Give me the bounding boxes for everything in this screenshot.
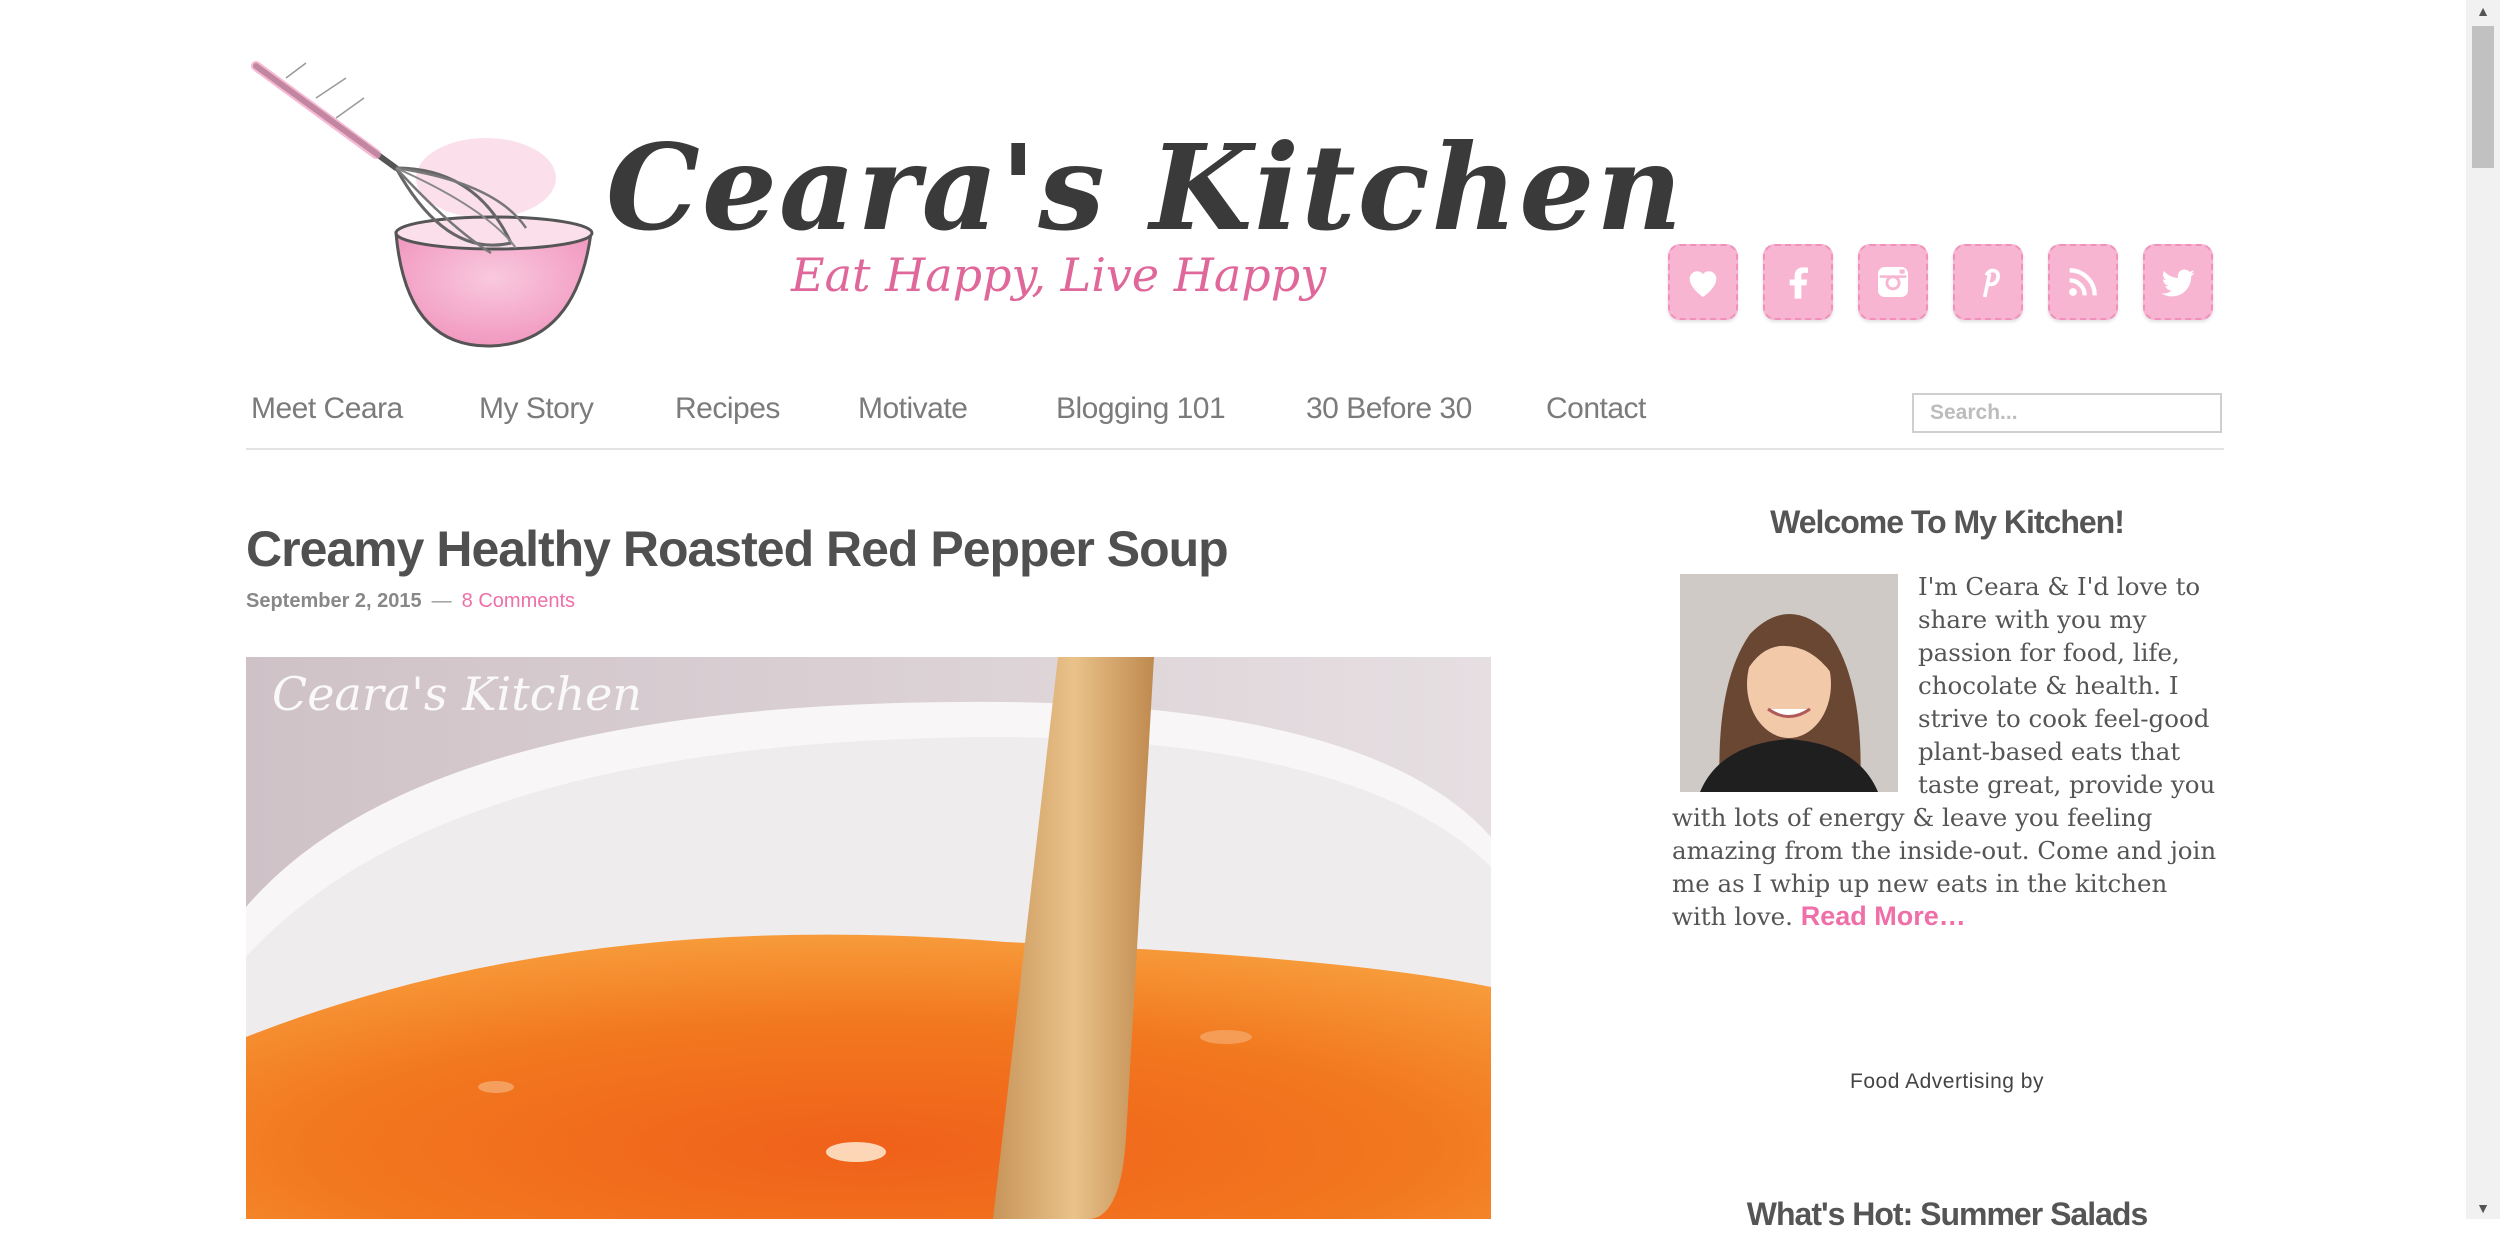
nav-item-my-story[interactable]: My Story (479, 392, 594, 426)
post-meta: September 2, 2015 — 8 Comments (246, 590, 575, 613)
meta-separator: — (431, 590, 452, 612)
twitter-link[interactable] (2143, 244, 2213, 320)
rss-icon (2069, 268, 2097, 296)
page-scrollbar[interactable]: ▲ ▼ (2466, 0, 2500, 1219)
bloglovin-link[interactable] (1668, 244, 1738, 320)
site-logo[interactable]: Ceara's Kitchen Eat Happy, Live Happy (246, 58, 1682, 358)
rss-link[interactable] (2048, 244, 2118, 320)
nav-item-meet-ceara[interactable]: Meet Ceara (251, 392, 403, 426)
search-input[interactable] (1912, 393, 2222, 433)
pinterest-link[interactable] (1953, 244, 2023, 320)
image-watermark: Ceara's Kitchen (272, 667, 642, 721)
social-icons (1668, 244, 2213, 324)
heart-icon (1689, 271, 1717, 297)
instagram-link[interactable] (1858, 244, 1928, 320)
post-title[interactable]: Creamy Healthy Roasted Red Pepper Soup (246, 520, 1229, 578)
instagram-icon (1878, 267, 1908, 297)
soup-photo (246, 657, 1491, 1219)
post-featured-image[interactable]: Ceara's Kitchen (246, 657, 1491, 1219)
pinterest-icon (1982, 268, 2000, 298)
comments-link[interactable]: 8 Comments (462, 590, 575, 612)
author-avatar[interactable] (1680, 574, 1898, 792)
post-date: September 2, 2015 (246, 590, 422, 612)
nav-item-recipes[interactable]: Recipes (675, 392, 780, 426)
whats-hot-widget-title: What's Hot: Summer Salads (1746, 1196, 2148, 1232)
facebook-icon (1789, 267, 1808, 299)
twitter-icon (2161, 269, 2195, 297)
facebook-link[interactable] (1763, 244, 1833, 320)
whisk-bowl-illustration (251, 61, 594, 348)
nav-item-blogging-101[interactable]: Blogging 101 (1056, 392, 1226, 426)
about-widget: I'm Ceara & I'd love to share with you m… (1672, 570, 2224, 933)
scroll-down-arrow-icon[interactable]: ▼ (2466, 1197, 2500, 1219)
nav-item-30-before-30[interactable]: 30 Before 30 (1306, 392, 1472, 426)
logo-title: Ceara's Kitchen (606, 118, 1685, 257)
main-navigation: Meet Ceara My Story Recipes Motivate Blo… (246, 392, 2224, 450)
logo-tagline: Eat Happy, Live Happy (791, 248, 1327, 302)
nav-item-motivate[interactable]: Motivate (858, 392, 968, 426)
ad-label: Food Advertising by (1850, 1070, 2044, 1093)
nav-item-contact[interactable]: Contact (1546, 392, 1646, 426)
scrollbar-thumb[interactable] (2472, 26, 2494, 168)
welcome-widget-title: Welcome To My Kitchen! (1770, 504, 2125, 540)
scroll-up-arrow-icon[interactable]: ▲ (2466, 0, 2500, 22)
read-more-link[interactable]: Read More… (1801, 901, 1966, 931)
